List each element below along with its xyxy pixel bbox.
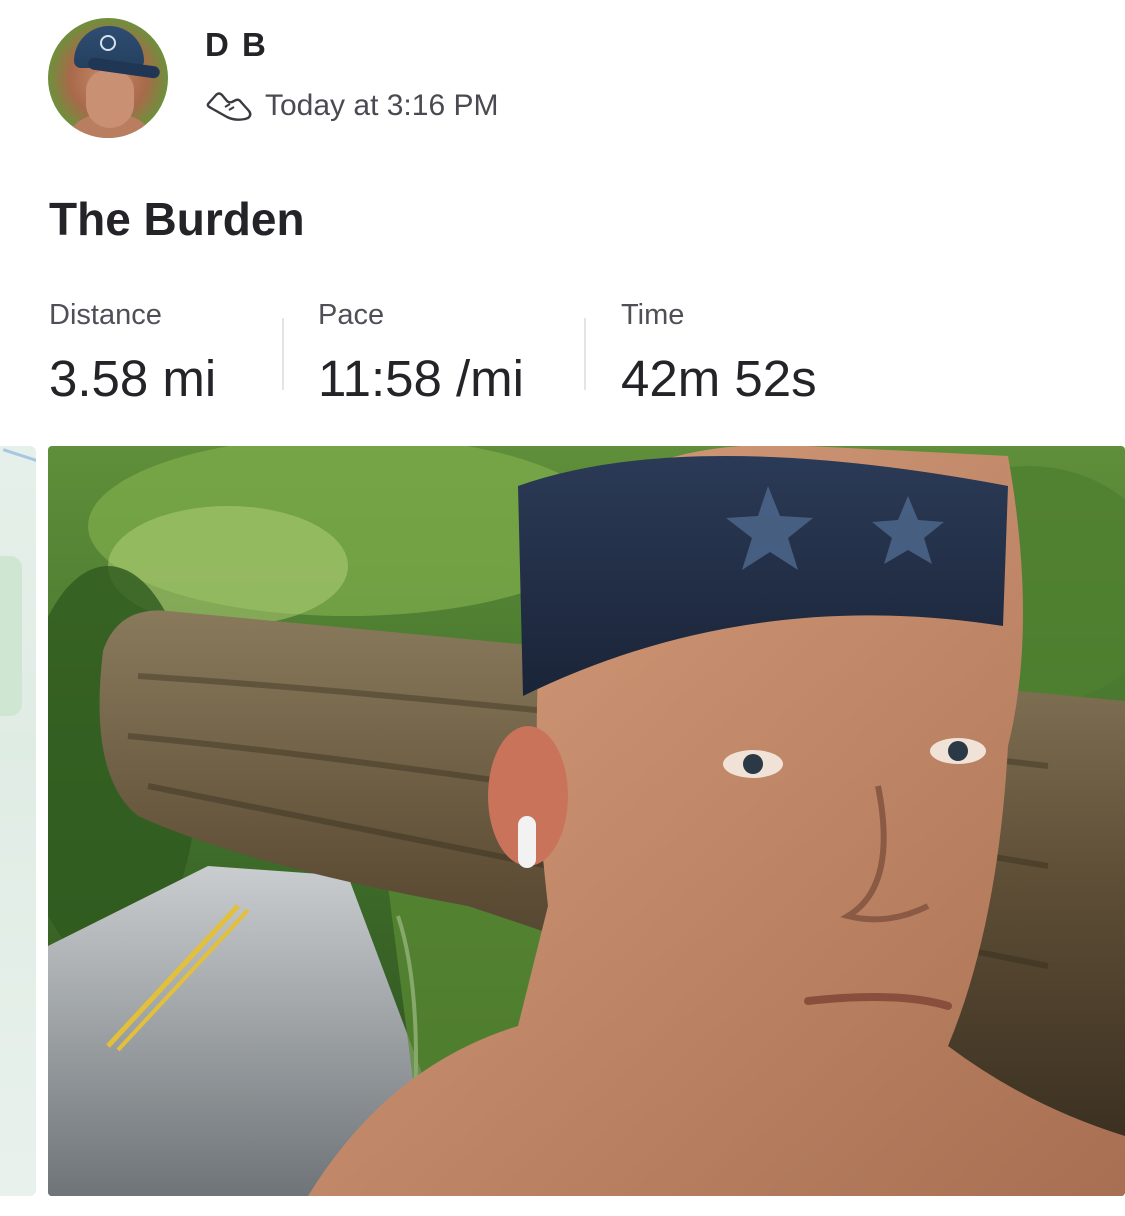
avatar-cap-logo [100,35,116,51]
route-map-thumbnail[interactable] [0,446,36,1196]
activity-meta: Today at 3:16 PM [205,86,498,126]
stat-time: Time 42m 52s [621,295,817,409]
stat-divider [282,318,284,390]
map-park-area [0,556,22,716]
activity-title[interactable]: The Burden [49,192,305,246]
map-road [0,448,36,478]
activity-timestamp: Today at 3:16 PM [265,89,499,122]
running-shoe-icon [206,92,252,121]
stat-value: 11:58 /mi [318,350,524,407]
stat-divider [584,318,586,390]
stat-label: Distance [49,299,162,331]
stat-pace: Pace 11:58 /mi [318,295,524,409]
activity-photo[interactable] [48,446,1125,1196]
activity-card: D B Today at 3:16 PM The Burden Distance… [0,0,1125,1216]
stat-value: 3.58 mi [49,350,217,407]
athlete-name[interactable]: D B [205,26,268,64]
avatar[interactable] [48,18,168,138]
stat-value: 42m 52s [621,350,817,407]
stat-label: Time [621,299,685,331]
stat-label: Pace [318,299,385,331]
stat-distance: Distance 3.58 mi [49,295,216,409]
avatar-face [86,70,134,128]
